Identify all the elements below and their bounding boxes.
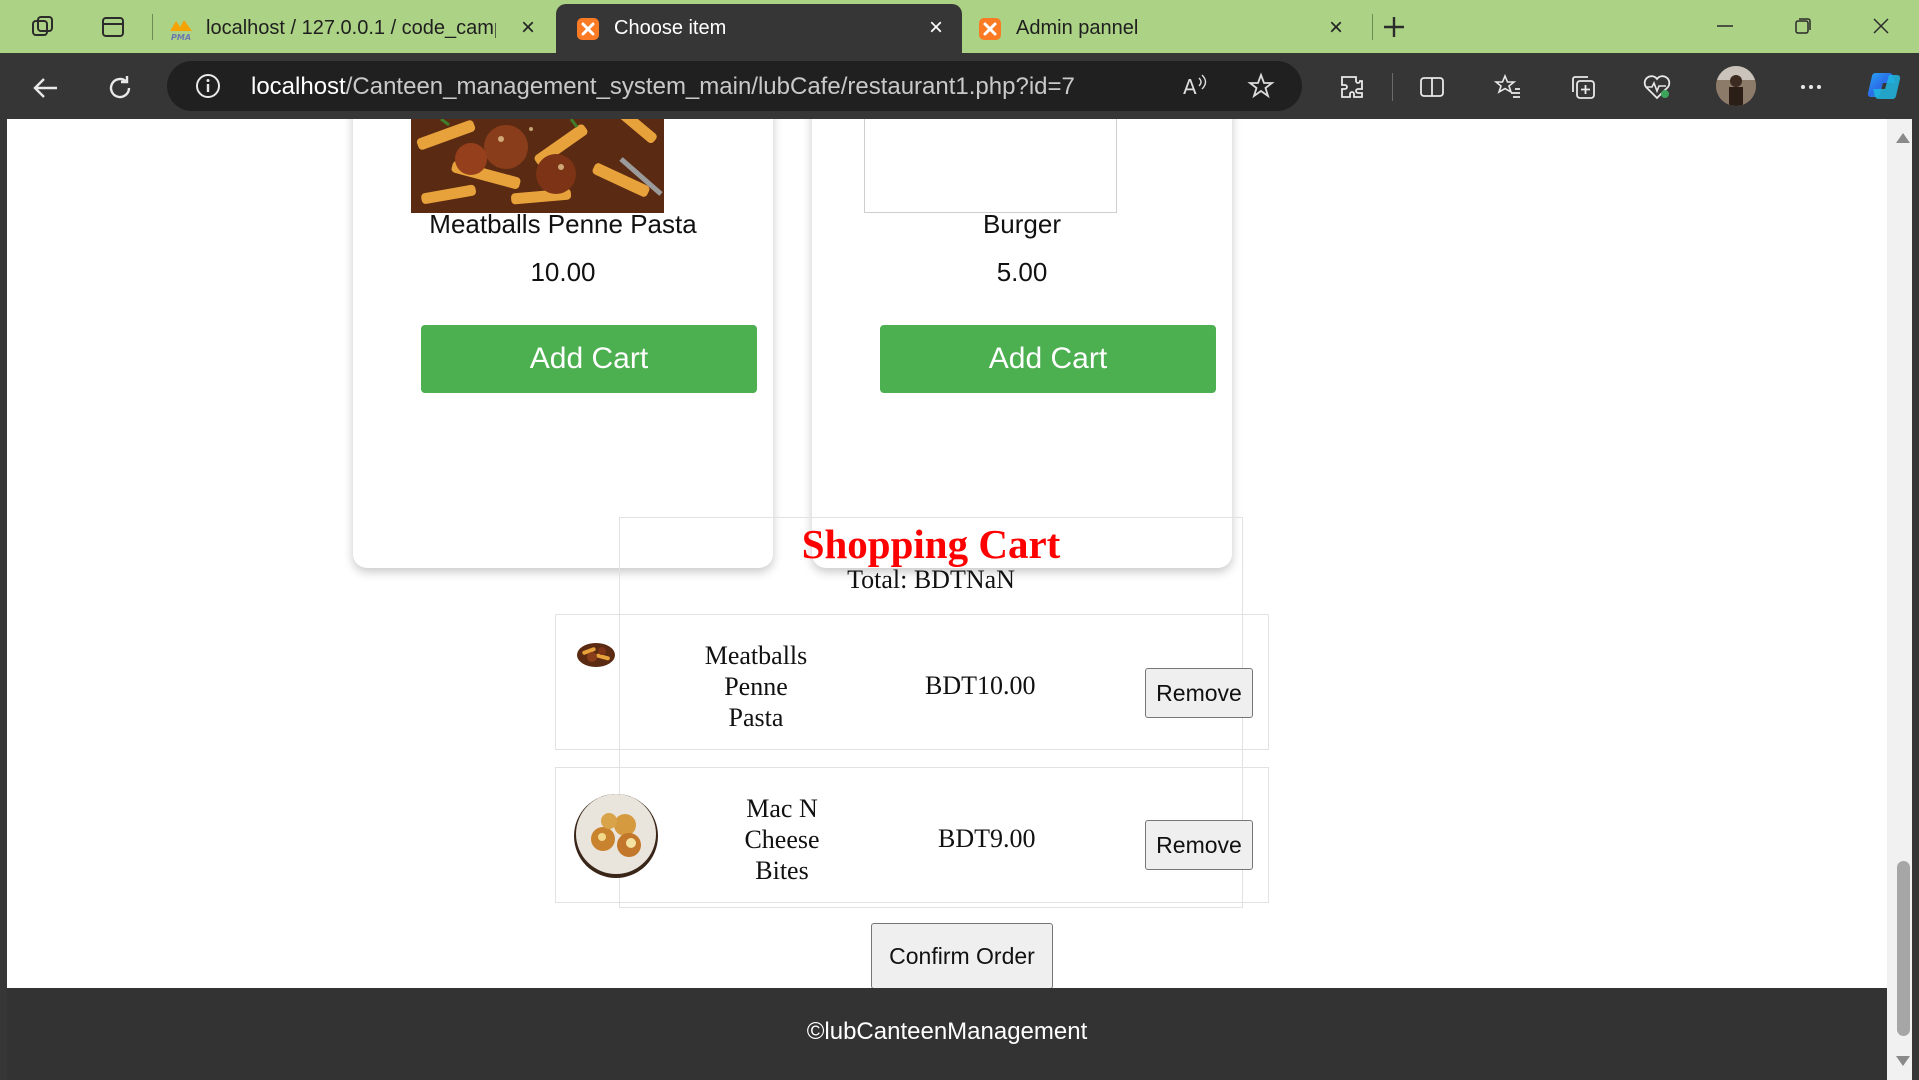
cart-item-name: Meatballs Penne Pasta (704, 641, 808, 732)
page-viewport: Meatballs Penne Pasta 10.00 Add Cart Bur… (7, 119, 1887, 1080)
cart-item-price: BDT10.00 (925, 671, 1036, 700)
restore-icon[interactable] (1768, 6, 1838, 46)
confirm-order-button[interactable]: Confirm Order (871, 923, 1053, 989)
menu-item-name: Burger (982, 209, 1062, 239)
svg-text:A: A (1183, 75, 1197, 99)
site-info-icon[interactable] (195, 73, 221, 99)
tab-title: localhost / 127.0.0.1 / code_camp (206, 17, 496, 39)
split-screen-icon[interactable] (1415, 70, 1449, 104)
collections-icon[interactable] (1566, 70, 1600, 104)
extensions-icon[interactable] (1335, 70, 1369, 104)
vertical-tabs-icon[interactable] (96, 10, 130, 44)
read-aloud-icon[interactable]: A (1181, 72, 1209, 100)
more-options-icon[interactable] (1794, 70, 1828, 104)
add-cart-button[interactable]: Add Cart (880, 325, 1216, 393)
scroll-down-arrow-icon[interactable] (1896, 1056, 1910, 1066)
tab-admin-pannel[interactable]: Admin pannel × (964, 4, 1362, 53)
cart-row: Meatballs Penne Pasta BDT10.00 Remove (555, 614, 1269, 750)
cart-title: Shopping Cart (801, 521, 1061, 567)
minimize-icon[interactable] (1690, 6, 1760, 46)
refresh-icon[interactable] (100, 68, 140, 108)
remove-button[interactable]: Remove (1145, 820, 1253, 870)
food-image-meatballs-pasta (411, 119, 664, 213)
tab-bar: PMA localhost / 127.0.0.1 / code_camp × … (0, 0, 1919, 53)
phpmyadmin-icon: PMA (168, 17, 192, 42)
window-border-left (0, 119, 7, 1080)
browser-toolbar: localhost/Canteen_management_system_main… (0, 53, 1919, 119)
cart-item-thumbnail (573, 793, 659, 879)
close-icon[interactable]: × (924, 16, 948, 40)
tab-phpmyadmin[interactable]: PMA localhost / 127.0.0.1 / code_camp × (168, 4, 554, 53)
tab-choose-item[interactable]: Choose item × (556, 4, 962, 53)
menu-card: Meatballs Penne Pasta 10.00 Add Cart (353, 119, 773, 568)
menu-item-price: 5.00 (996, 257, 1048, 287)
add-cart-button[interactable]: Add Cart (421, 325, 757, 393)
tab-title: Admin pannel (1016, 17, 1139, 39)
address-bar[interactable]: localhost/Canteen_management_system_main… (167, 61, 1302, 111)
menu-card: Burger 5.00 Add Cart (812, 119, 1232, 568)
cart-item-price: BDT9.00 (938, 824, 1036, 853)
footer-copyright: ©lubCanteenManagement (806, 1018, 1088, 1045)
xampp-icon (576, 17, 600, 41)
remove-button[interactable]: Remove (1145, 668, 1253, 718)
cart-total: Total: BDTNaN (847, 565, 1015, 594)
xampp-icon (978, 17, 1002, 41)
profile-avatar[interactable] (1716, 66, 1756, 106)
page-footer: ©lubCanteenManagement (7, 988, 1887, 1080)
favorites-icon[interactable] (1491, 70, 1525, 104)
food-image-burger (864, 119, 1117, 213)
back-icon[interactable] (26, 68, 66, 108)
workspaces-icon[interactable] (26, 10, 60, 44)
close-icon[interactable]: × (516, 16, 540, 40)
window-close-icon[interactable] (1846, 6, 1916, 46)
copilot-icon[interactable] (1864, 66, 1904, 106)
url-path: /Canteen_management_system_main/lubCafe/… (345, 73, 1075, 100)
scrollbar-thumb[interactable] (1897, 861, 1910, 1036)
cart-row: Mac N Cheese Bites BDT9.00 Remove (555, 767, 1269, 903)
url-host: localhost (251, 73, 346, 100)
close-icon[interactable]: × (1324, 16, 1348, 40)
svg-text:PMA: PMA (171, 33, 191, 41)
url-text[interactable]: localhost/Canteen_management_system_main… (251, 73, 1075, 101)
tab-title: Choose item (614, 17, 727, 39)
menu-item-name: Meatballs Penne Pasta (429, 209, 697, 239)
scroll-up-arrow-icon[interactable] (1896, 133, 1910, 143)
window-border-right (1912, 119, 1919, 1080)
favorite-star-icon[interactable] (1247, 72, 1275, 100)
cart-item-thumbnail (576, 641, 616, 669)
new-tab-icon[interactable] (1377, 10, 1411, 44)
menu-item-price: 10.00 (530, 257, 596, 287)
cart-item-name: Mac N Cheese Bites (744, 794, 820, 885)
browser-essentials-icon[interactable] (1640, 70, 1674, 104)
